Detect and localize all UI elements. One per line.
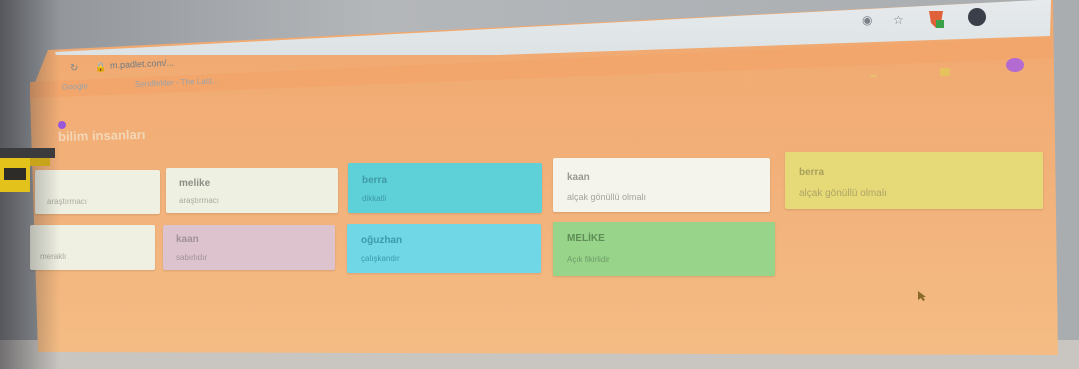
lock-icon: 🔒 xyxy=(95,62,107,72)
padlet-title: bilim insanları xyxy=(57,126,146,145)
mouse-cursor-icon xyxy=(918,288,926,301)
brave-shield-icon[interactable] xyxy=(926,8,946,30)
card-title: berra xyxy=(799,167,825,178)
reload-icon[interactable]: ↻ xyxy=(70,63,78,74)
heart-icon[interactable]: ♡ xyxy=(745,76,754,87)
card-body: alçak gönüllü olmalı xyxy=(799,188,887,199)
projector-bracket xyxy=(0,148,55,194)
card-3[interactable]: berra dikkatli xyxy=(348,163,542,213)
card-body: sabırlıdır xyxy=(176,253,208,262)
card-7[interactable]: kaan sabırlıdır xyxy=(163,225,335,270)
card-title: kaan xyxy=(176,234,199,245)
user-avatar[interactable] xyxy=(1006,58,1024,72)
card-4[interactable]: kaan alçak gönüllü olmalı xyxy=(553,158,770,212)
card-body: araştırmacı xyxy=(179,196,220,205)
bookmark-google[interactable]: Google xyxy=(62,81,88,91)
settings-icon[interactable] xyxy=(940,68,950,76)
share-icon[interactable]: ➦ xyxy=(870,71,878,82)
card-title: oğuzhan xyxy=(361,235,403,246)
card-title: melike xyxy=(179,178,211,189)
card-5[interactable]: berra alçak gönüllü olmalı xyxy=(785,152,1043,209)
photo-scene: ◉ ☆ ↻ 🔒 m.padlet.com/... Google Sendfeld… xyxy=(0,0,1079,369)
card-body: çalışkandır xyxy=(361,254,400,263)
card-title: berra xyxy=(362,175,388,186)
card-body: Açık fikirlidir xyxy=(567,255,610,264)
card-2[interactable]: melike araştırmacı xyxy=(166,168,338,213)
card-title: kaan xyxy=(567,172,590,183)
card-9[interactable]: MELİKE Açık fikirlidir xyxy=(553,222,775,276)
star-icon[interactable]: ☆ xyxy=(893,13,904,27)
eye-icon[interactable]: ◉ xyxy=(862,13,872,27)
card-body: dikkatli xyxy=(362,194,387,203)
card-8[interactable]: oğuzhan çalışkandır xyxy=(347,224,541,273)
card-body: alçak gönüllü olmalı xyxy=(567,192,647,202)
card-title: MELİKE xyxy=(567,233,605,244)
profile-avatar[interactable] xyxy=(968,8,986,26)
